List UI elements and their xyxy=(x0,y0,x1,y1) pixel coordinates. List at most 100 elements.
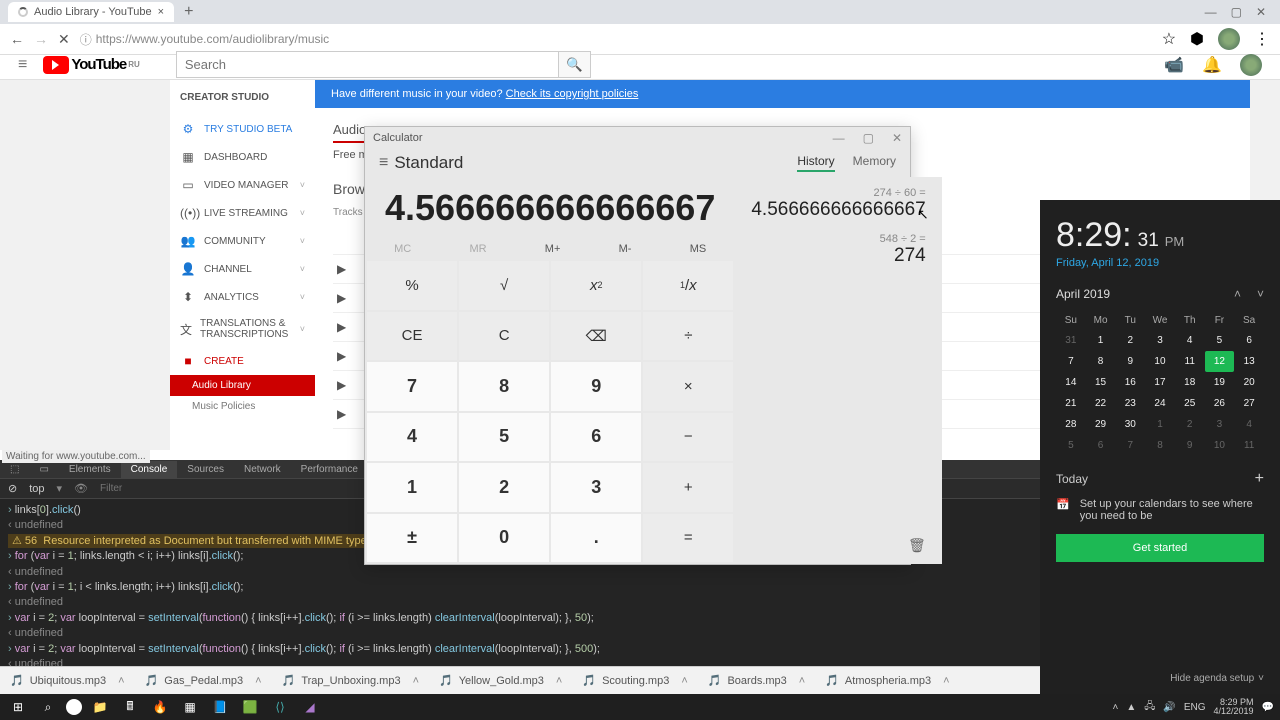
calendar-day[interactable]: 9 xyxy=(1115,351,1145,372)
chevron-up-icon[interactable]: ˄ xyxy=(413,675,419,687)
app-icon[interactable]: 🔥 xyxy=(148,697,172,717)
play-icon[interactable]: ▶ xyxy=(337,262,346,276)
search-input[interactable] xyxy=(176,51,559,78)
calendar-day[interactable]: 21 xyxy=(1056,393,1086,414)
sidebar-item[interactable]: 👥COMMUNITY˅ xyxy=(170,227,315,255)
calc-minimize[interactable]: — xyxy=(833,131,845,145)
download-item[interactable]: 🎵Gas_Pedal.mp3˄ xyxy=(145,674,262,687)
calendar-day[interactable]: 5 xyxy=(1205,330,1235,351)
search-button[interactable]: 🔍 xyxy=(559,51,591,78)
youtube-logo[interactable]: YouTube RU xyxy=(43,56,140,74)
calc-mem-button[interactable]: MS xyxy=(690,243,707,255)
tray-chevron-icon[interactable]: ˄ xyxy=(1112,702,1118,713)
new-tab-button[interactable]: + xyxy=(184,3,193,21)
device-icon[interactable]: ▭ xyxy=(29,461,58,478)
vs-icon[interactable]: ◢ xyxy=(298,697,322,717)
tray-lang[interactable]: ENG xyxy=(1184,702,1206,713)
history-tab[interactable]: History xyxy=(797,154,834,172)
tray-volume-icon[interactable]: 🔊 xyxy=(1163,702,1175,713)
calendar-day[interactable]: 1 xyxy=(1086,330,1116,351)
sidebar-item[interactable]: ((•))LIVE STREAMING˅ xyxy=(170,199,315,227)
calc-button[interactable]: ± xyxy=(367,514,457,563)
sidebar-item[interactable]: ⬍ANALYTICS˅ xyxy=(170,283,315,311)
chevron-up-icon[interactable]: ˄ xyxy=(681,675,687,687)
maximize-button[interactable]: ▢ xyxy=(1231,5,1242,19)
hide-agenda-link[interactable]: Hide agenda setup ˅ xyxy=(1170,673,1264,684)
filter-input[interactable] xyxy=(100,483,232,494)
calendar-day[interactable]: 11 xyxy=(1234,435,1264,456)
calc-button[interactable]: 6 xyxy=(551,413,641,462)
memory-tab[interactable]: Memory xyxy=(853,154,896,172)
app-icon-4[interactable]: 🟩 xyxy=(238,697,262,717)
calendar-day[interactable]: 24 xyxy=(1145,393,1175,414)
notification-center-icon[interactable]: 💬 xyxy=(1262,702,1274,713)
calendar-day[interactable]: 10 xyxy=(1145,351,1175,372)
calc-button[interactable]: − xyxy=(643,413,733,462)
play-icon[interactable]: ▶ xyxy=(337,320,346,334)
calc-button[interactable]: 3 xyxy=(551,463,641,512)
calendar-month[interactable]: April 2019 xyxy=(1056,287,1110,301)
sidebar-item[interactable]: 文TRANSLATIONS & TRANSCRIPTIONS˅ xyxy=(170,311,315,347)
calc-button[interactable]: x2 xyxy=(551,261,641,310)
sidebar-item[interactable]: ▦DASHBOARD xyxy=(170,143,315,171)
calc-button[interactable]: + xyxy=(643,463,733,512)
play-icon[interactable]: ▶ xyxy=(337,378,346,392)
close-tab-icon[interactable]: × xyxy=(158,6,164,18)
app-icon-3[interactable]: 📘 xyxy=(208,697,232,717)
calc-close[interactable]: ✕ xyxy=(892,131,902,145)
calendar-day[interactable]: 10 xyxy=(1205,435,1235,456)
calc-button[interactable]: % xyxy=(367,261,457,310)
calendar-day[interactable]: 14 xyxy=(1056,372,1086,393)
devtools-tab[interactable]: Sources xyxy=(177,461,234,478)
calendar-day[interactable]: 5 xyxy=(1056,435,1086,456)
calc-button[interactable]: ⌫ xyxy=(551,312,641,361)
calc-button[interactable]: 1 xyxy=(367,463,457,512)
calendar-day[interactable]: 18 xyxy=(1175,372,1205,393)
sidebar-music-policies[interactable]: Music Policies xyxy=(170,396,315,417)
calendar-day[interactable]: 12 xyxy=(1205,351,1235,372)
calendar-day[interactable]: 4 xyxy=(1234,414,1264,435)
tray-drive-icon[interactable]: ▲ xyxy=(1126,702,1136,713)
calendar-day[interactable]: 28 xyxy=(1056,414,1086,435)
extension-icon[interactable]: ⬢ xyxy=(1190,29,1204,49)
calendar-day[interactable]: 22 xyxy=(1086,393,1116,414)
notifications-icon[interactable]: 🔔 xyxy=(1202,55,1222,75)
calc-button[interactable]: = xyxy=(643,514,733,563)
menu-icon[interactable]: ⋮ xyxy=(1254,29,1270,49)
calendar-day[interactable]: 8 xyxy=(1145,435,1175,456)
profile-avatar[interactable] xyxy=(1218,28,1240,50)
calc-mem-button[interactable]: M- xyxy=(619,243,632,255)
calc-button[interactable]: √ xyxy=(459,261,549,310)
search-icon[interactable]: ⌕ xyxy=(36,697,60,717)
calendar-day[interactable]: 31 xyxy=(1056,330,1086,351)
download-item[interactable]: 🎵Atmospheria.mp3˄ xyxy=(825,674,949,687)
calendar-day[interactable]: 29 xyxy=(1086,414,1116,435)
add-event-icon[interactable]: + xyxy=(1255,470,1264,488)
minimize-button[interactable]: — xyxy=(1205,5,1217,19)
copyright-link[interactable]: Check its copyright policies xyxy=(506,88,639,100)
account-avatar[interactable] xyxy=(1240,54,1262,76)
calendar-day[interactable]: 7 xyxy=(1115,435,1145,456)
history-entry[interactable]: 548 ÷ 2 =274 xyxy=(751,233,925,267)
explorer-icon[interactable]: 📁 xyxy=(88,697,112,717)
get-started-button[interactable]: Get started xyxy=(1056,534,1264,562)
app-icon-2[interactable]: ▦ xyxy=(178,697,202,717)
forward-button[interactable]: → xyxy=(34,31,48,47)
clear-console-icon[interactable]: ⊘ xyxy=(8,482,17,495)
context-select[interactable]: top xyxy=(29,483,44,495)
calendar-day[interactable]: 23 xyxy=(1115,393,1145,414)
calendar-day[interactable]: 25 xyxy=(1175,393,1205,414)
calc-button[interactable]: 7 xyxy=(367,362,457,411)
calendar-day[interactable]: 26 xyxy=(1205,393,1235,414)
url-bar[interactable]: ⓘ https://www.youtube.com/audiolibrary/m… xyxy=(80,31,1152,48)
calc-button[interactable]: 8 xyxy=(459,362,549,411)
prev-month-icon[interactable]: ˄ xyxy=(1234,287,1241,301)
audio-tab[interactable]: Audio xyxy=(333,118,366,143)
calculator-icon[interactable]: 🖩 xyxy=(118,697,142,717)
clear-history-icon[interactable]: 🗑 xyxy=(751,537,925,554)
chevron-up-icon[interactable]: ˄ xyxy=(943,675,949,687)
stop-button[interactable]: ✕ xyxy=(58,31,70,48)
star-icon[interactable]: ☆ xyxy=(1162,29,1176,49)
calendar-day[interactable]: 6 xyxy=(1086,435,1116,456)
calendar-day[interactable]: 15 xyxy=(1086,372,1116,393)
